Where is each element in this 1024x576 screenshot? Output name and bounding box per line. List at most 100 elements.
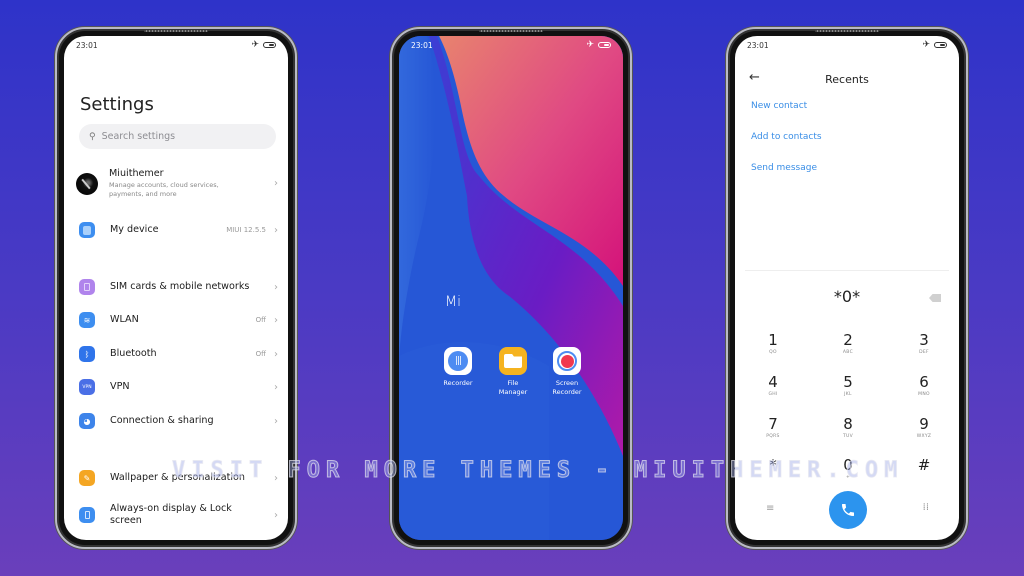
dial-key-letters: PQRS: [766, 434, 780, 439]
wallpaper: [399, 36, 623, 540]
dial-key-5[interactable]: 5 JKL: [818, 374, 878, 397]
status-bar: 23:01 ✈: [399, 36, 623, 54]
dial-key-letters: MNO: [918, 392, 930, 397]
call-button[interactable]: [829, 491, 867, 529]
dial-input[interactable]: *0*: [735, 287, 959, 306]
app-label: Recorder: [443, 379, 473, 387]
phone-icon: [842, 504, 854, 516]
bluetooth-icon: ᛒ: [79, 346, 95, 362]
dial-key-4[interactable]: 4 GHI: [743, 374, 803, 397]
globe-icon: ◕: [79, 413, 95, 429]
dial-key-0[interactable]: 0 +: [818, 457, 878, 480]
dial-key-letters: ABC: [842, 350, 854, 355]
dial-key-number: 5: [843, 373, 853, 391]
chevron-right-icon: ›: [274, 348, 278, 360]
app-screen-recorder[interactable]: Screen Recorder: [542, 347, 592, 397]
chevron-right-icon: ›: [274, 314, 278, 326]
phone-home: 23:01 ✈ Mi ||| Recorder File Manager Scr…: [390, 27, 632, 549]
status-time: 23:01: [747, 40, 769, 50]
wallpaper-icon: ✎: [79, 470, 95, 486]
dial-key-letters: JKL: [844, 392, 852, 397]
settings-item-label: My device: [110, 224, 159, 235]
chevron-right-icon: ›: [274, 509, 278, 521]
settings-item-value: Off: [255, 350, 266, 358]
search-icon: ⚲: [89, 131, 96, 142]
screen-recorder-icon: [553, 347, 581, 375]
dial-key-6[interactable]: 6 MNO: [894, 374, 954, 397]
dial-key-number: 2: [843, 331, 853, 349]
battery-icon: [934, 42, 947, 48]
settings-item-label: WLAN: [110, 314, 139, 325]
add-to-contacts-link[interactable]: Add to contacts: [751, 132, 822, 142]
phone-settings: 23:01 ✈ Settings ⚲ Search settings Miuit…: [55, 27, 297, 549]
dial-key-3[interactable]: 3 DEF: [894, 332, 954, 355]
search-input[interactable]: ⚲ Search settings: [79, 124, 276, 149]
battery-icon: [598, 42, 611, 48]
dial-key-number: 7: [768, 415, 778, 433]
dial-key-hash[interactable]: #: [894, 457, 954, 475]
status-time: 23:01: [76, 40, 98, 50]
dial-key-number: 1: [768, 331, 778, 349]
dial-key-letters: WXYZ: [916, 434, 932, 439]
new-contact-link[interactable]: New contact: [751, 101, 807, 111]
airplane-icon: ✈: [251, 39, 259, 50]
settings-screen: 23:01 ✈ Settings ⚲ Search settings Miuit…: [64, 36, 288, 540]
chevron-right-icon: ›: [274, 415, 278, 427]
airplane-icon: ✈: [922, 39, 930, 50]
send-message-link[interactable]: Send message: [751, 163, 817, 173]
vpn-icon: VPN: [79, 379, 95, 395]
account-item[interactable]: Miuithemer Manage accounts, cloud servic…: [76, 168, 278, 199]
dial-key-letters: +: [845, 475, 851, 480]
account-subtitle: Manage accounts, cloud services, payment…: [109, 181, 219, 198]
dial-key-star[interactable]: *: [743, 457, 803, 475]
settings-item-sim[interactable]: SIM cards & mobile networks ›: [78, 279, 278, 295]
dial-key-1[interactable]: 1 QO: [743, 332, 803, 355]
home-screen: 23:01 ✈ Mi ||| Recorder File Manager Scr…: [399, 36, 623, 540]
settings-item-wlan[interactable]: ≋ WLAN Off ›: [78, 312, 278, 328]
chevron-right-icon: ›: [274, 472, 278, 484]
dial-key-number: 8: [843, 415, 853, 433]
app-file-manager[interactable]: File Manager: [488, 347, 538, 397]
dial-key-number: *: [769, 456, 777, 474]
page-title: Settings: [80, 94, 154, 115]
settings-item-label: SIM cards & mobile networks: [110, 281, 250, 292]
dial-key-number: 0: [843, 456, 853, 474]
keypad-toggle-icon[interactable]: ⁞⁞: [923, 502, 929, 513]
dial-key-number: 6: [919, 373, 929, 391]
dial-key-7[interactable]: 7 PQRS: [743, 416, 803, 439]
device-icon: [79, 222, 95, 238]
status-time: 23:01: [411, 40, 433, 50]
dial-key-letters: TUV: [842, 434, 854, 439]
dial-key-number: 4: [768, 373, 778, 391]
page-title: Recents: [825, 73, 869, 86]
app-recorder[interactable]: ||| Recorder: [433, 347, 483, 388]
settings-item-always-on-display[interactable]: Always-on display & Lock screen ›: [78, 503, 278, 527]
airplane-icon: ✈: [586, 39, 594, 50]
chevron-right-icon: ›: [274, 224, 278, 236]
menu-icon[interactable]: ≡: [766, 503, 774, 514]
dialer-screen: 23:01 ✈ ← Recents New contact Add to con…: [735, 36, 959, 540]
dial-key-number: 3: [919, 331, 929, 349]
app-label: File Manager: [498, 379, 528, 396]
avatar: [76, 172, 98, 195]
settings-item-value: Off: [255, 316, 266, 324]
settings-item-bluetooth[interactable]: ᛒ Bluetooth Off ›: [78, 346, 278, 362]
settings-item-label: Connection & sharing: [110, 415, 214, 426]
wifi-icon: ≋: [79, 312, 95, 328]
recorder-icon: |||: [444, 347, 472, 375]
settings-item-label: VPN: [110, 381, 130, 392]
settings-item-my-device[interactable]: My device MIUI 12.5.5 ›: [78, 222, 278, 238]
dial-key-letters: QO: [769, 350, 777, 355]
dial-key-number: #: [917, 456, 931, 474]
dial-key-2[interactable]: 2 ABC: [818, 332, 878, 355]
dial-key-8[interactable]: 8 TUV: [818, 416, 878, 439]
settings-item-wallpaper[interactable]: ✎ Wallpaper & personalization ›: [78, 470, 278, 486]
app-label: Screen Recorder: [552, 379, 582, 396]
status-bar: 23:01 ✈: [64, 36, 288, 54]
dial-key-9[interactable]: 9 WXYZ: [894, 416, 954, 439]
settings-item-connection-sharing[interactable]: ◕ Connection & sharing ›: [78, 413, 278, 429]
settings-item-vpn[interactable]: VPN VPN ›: [78, 379, 278, 395]
battery-icon: [263, 42, 276, 48]
settings-item-value: MIUI 12.5.5: [226, 226, 266, 234]
folder-icon: [499, 347, 527, 375]
